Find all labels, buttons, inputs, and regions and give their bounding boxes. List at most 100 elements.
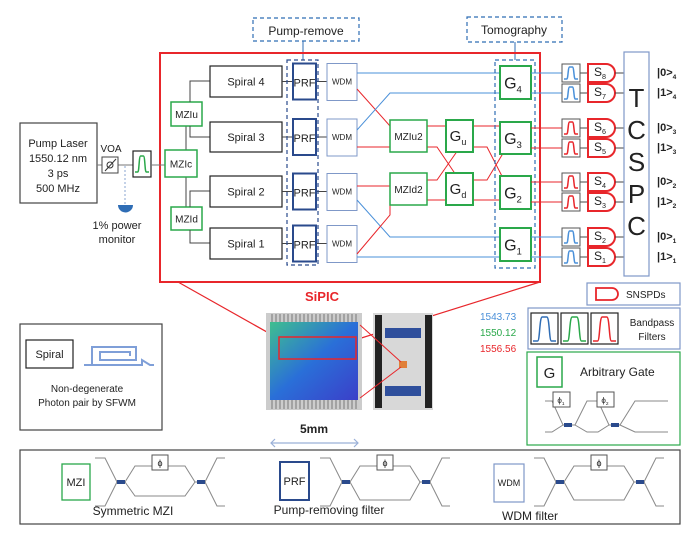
spiral-label: Spiral 1: [227, 239, 264, 251]
quantum-photonic-chip-diagram: Pump-remove Tomography Pump Laser 1550.12 n…: [19, 16, 681, 525]
tomography-gate-label-main: G: [504, 186, 516, 203]
tomography-gate-label-main: G: [504, 238, 516, 255]
waveguide: [356, 88, 391, 127]
bandpass-legend-label: Filters: [638, 332, 665, 343]
package-chip: [399, 361, 407, 368]
bandpass-legend-label: Bandpass: [630, 318, 674, 329]
mziu-label: MZIu: [175, 110, 198, 121]
ket-label-main: |0>: [657, 122, 673, 134]
detector-label-subscript: 8: [602, 72, 606, 81]
prf-label: PRF: [294, 133, 316, 145]
coupler-icon: [197, 480, 205, 484]
tomography-gate-label-subscript: 1: [517, 247, 522, 258]
waveguide: [356, 92, 500, 131]
phi-label: ϕ: [382, 458, 387, 468]
detector-label-subscript: 4: [602, 181, 606, 190]
waveguide: [356, 199, 500, 238]
pump-laser-text: 3 ps: [48, 168, 69, 180]
phi-label: ϕ: [596, 458, 601, 468]
monitor-text: monitor: [99, 234, 136, 246]
ket-label: |0>4: [657, 67, 677, 81]
package-photo: [425, 315, 432, 408]
gd-gate-label-main: G: [450, 181, 462, 198]
mzic-label: MZIc: [170, 160, 192, 171]
waveguide: [189, 126, 210, 138]
spiral-label: Spiral 4: [227, 77, 264, 89]
tcspc-letter: P: [628, 179, 645, 209]
mzi-legend-desc: Symmetric MZI: [93, 504, 174, 518]
gu-gate-label-subscript: u: [461, 137, 466, 147]
arbitrary-gate-label: Arbitrary Gate: [580, 365, 655, 379]
wavelength-label: 1550.12: [480, 328, 517, 339]
mzid-label: MZId: [175, 215, 198, 226]
ket-label-subscript: 3: [673, 149, 677, 156]
tomography-gate-label-subscript: 3: [517, 140, 522, 151]
prf-label: PRF: [294, 240, 316, 252]
gd-gate-label-subscript: d: [461, 190, 466, 200]
detector-label-main: S: [594, 65, 602, 79]
package-connector: [385, 386, 421, 396]
detector-label-main: S: [594, 120, 602, 134]
pump-filter-box: [132, 150, 152, 178]
wavelength-label: 1543.73: [480, 312, 517, 323]
mzi-legend-label: MZI: [67, 477, 86, 489]
ket-label-subscript: 2: [673, 183, 677, 190]
waveguide: [189, 230, 210, 244]
ket-label-subscript: 4: [673, 94, 677, 101]
mzid2-label: MZId2: [394, 185, 423, 196]
tcspc-letter: T: [629, 83, 645, 113]
wdm-label: WDM: [332, 78, 352, 87]
package-connector: [385, 328, 421, 338]
ket-label: |1>3: [657, 142, 677, 156]
detector-label-main: S: [594, 249, 602, 263]
pump-laser-text: Pump Laser: [28, 138, 88, 150]
coupler-icon: [611, 423, 619, 427]
spiral-legend-desc: Photon pair by SFWM: [38, 398, 136, 409]
mziu2-label: MZIu2: [394, 132, 423, 143]
tomography-gate-label-main: G: [504, 131, 516, 148]
ket-label-main: |0>: [657, 176, 673, 188]
ket-label: |1>2: [657, 196, 677, 210]
ket-label-subscript: 1: [673, 258, 677, 265]
waveguide: [356, 205, 391, 255]
ket-label-subscript: 1: [673, 238, 677, 245]
ket-label-main: |1>: [657, 196, 673, 208]
ket-label: |0>1: [657, 231, 677, 245]
tcspc-letter: C: [627, 211, 646, 241]
package-photo: [375, 315, 382, 408]
tomography-gate-label-subscript: 2: [517, 195, 522, 206]
detector-label-main: S: [594, 174, 602, 188]
detector-label-subscript: 1: [602, 256, 606, 265]
prf-legend-label: PRF: [284, 476, 306, 488]
detector-label-subscript: 2: [602, 236, 606, 245]
coupler-icon: [556, 480, 564, 484]
tomography-gate-label-subscript: 4: [517, 85, 523, 96]
tcspc-letter: S: [628, 147, 645, 177]
detector-label-main: S: [594, 229, 602, 243]
waveguide: [189, 80, 210, 102]
coupler-icon: [342, 480, 350, 484]
coupler-icon: [564, 423, 572, 427]
ket-label-main: |1>: [657, 87, 673, 99]
waveguide: [189, 190, 210, 207]
pump-laser-text: 500 MHz: [36, 183, 80, 195]
detector-label-subscript: 7: [602, 92, 606, 101]
snspds-legend-label: SNSPDs: [626, 290, 665, 301]
detector-label-subscript: 5: [602, 147, 606, 156]
scale-label: 5mm: [300, 422, 328, 436]
tcspc-letter: C: [627, 115, 646, 145]
prf-label: PRF: [294, 78, 316, 90]
detector-label-main: S: [594, 194, 602, 208]
ket-label: |1>4: [657, 87, 677, 101]
spiral-legend-label: Spiral: [35, 349, 63, 361]
chip-photo: [270, 322, 358, 400]
phi2-label-subscript: 2: [606, 401, 609, 407]
phi1-label-subscript: 1: [562, 401, 565, 407]
detector-label-main: S: [594, 140, 602, 154]
coupler-icon: [117, 480, 125, 484]
wdm-label: WDM: [332, 133, 352, 142]
wdm-legend-desc: WDM filter: [502, 509, 558, 523]
detector-label-main: S: [594, 85, 602, 99]
voa-label: VOA: [100, 144, 121, 155]
spiral-legend-desc: Non-degenerate: [51, 384, 124, 395]
